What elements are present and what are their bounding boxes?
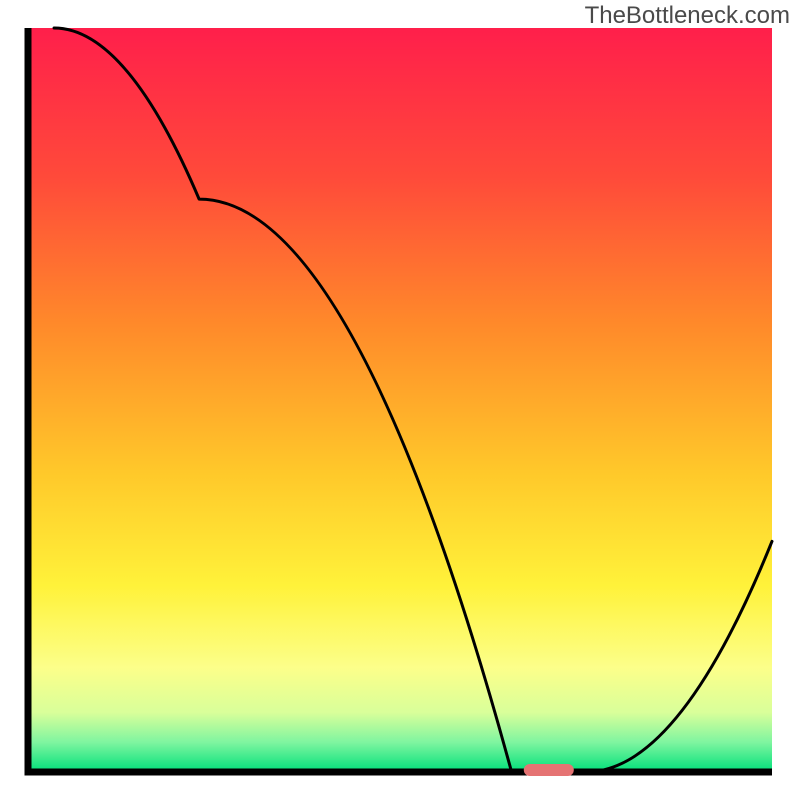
chart-svg — [0, 0, 800, 800]
optimal-range-marker — [524, 764, 574, 776]
bottleneck-chart: TheBottleneck.com — [0, 0, 800, 800]
plot-area — [28, 28, 772, 772]
watermark-text: TheBottleneck.com — [585, 2, 790, 30]
